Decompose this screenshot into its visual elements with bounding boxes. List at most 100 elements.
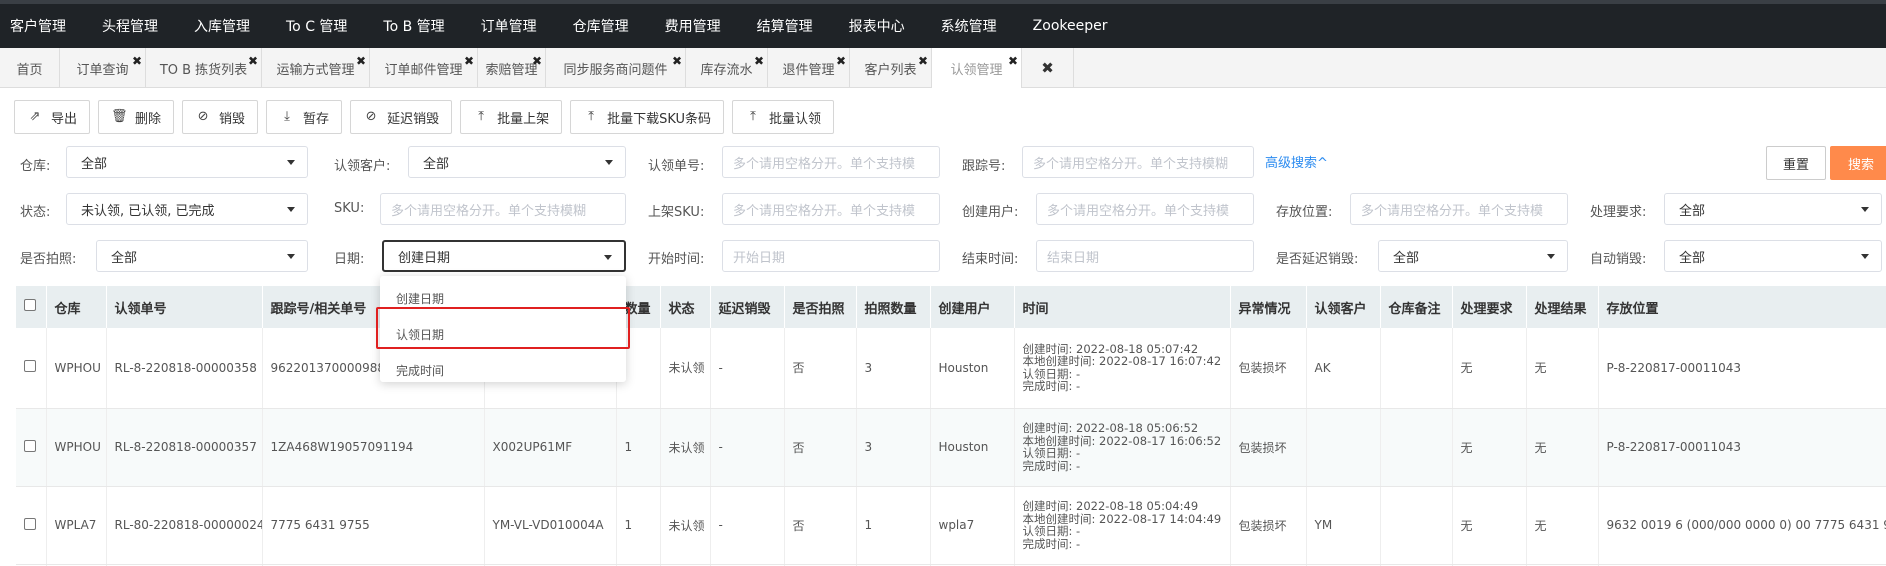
nav-inbound[interactable]: 入库管理	[184, 16, 250, 36]
cell-status: 未认领	[660, 328, 711, 409]
nav-warehouse[interactable]: 仓库管理	[563, 16, 629, 36]
close-icon[interactable]: ✖	[464, 55, 474, 67]
col-requirement[interactable]: 处理要求	[1452, 286, 1527, 328]
col-creator[interactable]: 创建用户	[930, 286, 1015, 328]
close-all-tabs-button[interactable]: ✖	[1022, 48, 1074, 88]
tab-order-email[interactable]: 订单邮件管理 ✖	[370, 48, 478, 88]
export-button[interactable]: ⇗ 导出	[14, 100, 91, 134]
tab-claims[interactable]: 索赔管理 ✖	[478, 48, 546, 88]
tab-order-query[interactable]: 订单查询 ✖	[60, 48, 146, 88]
col-customer[interactable]: 认领客户	[1306, 286, 1381, 328]
close-icon[interactable]: ✖	[132, 55, 142, 67]
start-date-input[interactable]: 开始日期	[722, 240, 940, 272]
tracking-no-input[interactable]: 多个请用空格分开。单个支持模糊	[1022, 146, 1254, 178]
location-input[interactable]: 多个请用空格分开。单个支持模	[1350, 193, 1568, 225]
destroy-button[interactable]: ⊘ 销毁	[182, 100, 259, 134]
nav-toc[interactable]: To C 管理	[276, 16, 347, 36]
photo-select[interactable]: 全部	[96, 240, 308, 272]
col-result[interactable]: 处理结果	[1526, 286, 1599, 328]
close-icon[interactable]: ✖	[532, 55, 542, 67]
table-row[interactable]: WPLA7 RL-80-220818-00000024 7775 6431 97…	[16, 486, 1886, 565]
col-location[interactable]: 存放位置	[1598, 286, 1886, 328]
warehouse-select[interactable]: 全部	[66, 146, 308, 178]
claim-no-input[interactable]: 多个请用空格分开。单个支持模	[722, 146, 940, 178]
cell-time: 创建时间: 2022-08-18 05:06:52 本地创建时间: 2022-0…	[1014, 408, 1231, 487]
reset-button[interactable]: 重置	[1766, 146, 1826, 180]
col-photo-qty[interactable]: 拍照数量	[856, 286, 931, 328]
creator-input[interactable]: 多个请用空格分开。单个支持模	[1036, 193, 1254, 225]
close-icon[interactable]: ✖	[754, 55, 764, 67]
tab-claim-management[interactable]: 认领管理 ✖	[932, 48, 1022, 88]
tab-home[interactable]: 首页	[0, 48, 60, 88]
trash-icon: 🗑	[111, 109, 128, 124]
delay-destroy-button[interactable]: ⊘ 延迟销毁	[350, 100, 453, 134]
table-header-row: 仓库 认领单号 跟踪号/相关单号 数量 状态 延迟销毁 是否拍照 拍照数量 创建…	[16, 286, 1886, 328]
table-row[interactable]: WPHOU RL-8-220818-00000357 1ZA468W190570…	[16, 408, 1886, 487]
nav-settlement[interactable]: 结算管理	[747, 16, 813, 36]
end-date-input[interactable]: 结束日期	[1036, 240, 1254, 272]
delete-button[interactable]: 🗑 删除	[98, 100, 175, 134]
tab-inventory-flow[interactable]: 库存流水 ✖	[686, 48, 768, 88]
close-icon[interactable]: ✖	[836, 55, 846, 67]
tab-shipping-method[interactable]: 运输方式管理 ✖	[262, 48, 370, 88]
cell-remark	[1380, 408, 1453, 487]
nav-customer[interactable]: 客户管理	[0, 16, 66, 36]
close-icon[interactable]: ✖	[918, 55, 928, 67]
select-all-checkbox[interactable]	[16, 286, 47, 328]
date-type-select[interactable]: 创建日期	[382, 240, 626, 272]
tab-customer-list[interactable]: 客户列表 ✖	[850, 48, 932, 88]
shelf-sku-input[interactable]: 多个请用空格分开。单个支持模	[722, 193, 940, 225]
close-icon[interactable]: ✖	[672, 55, 682, 67]
tab-sync-issues[interactable]: 同步服务商问题件 ✖	[546, 48, 686, 88]
nav-fee[interactable]: 费用管理	[655, 16, 721, 36]
claim-date: 认领日期: -	[1022, 524, 1081, 538]
nav-order[interactable]: 订单管理	[471, 16, 537, 36]
col-exception[interactable]: 异常情况	[1230, 286, 1307, 328]
sku-input[interactable]: 多个请用空格分开。单个支持模糊	[380, 193, 626, 225]
select-value: 创建日期	[398, 250, 451, 266]
cell-photo: 否	[784, 408, 857, 487]
col-status[interactable]: 状态	[660, 286, 711, 328]
batch-shelve-button[interactable]: ⤒ 批量上架	[460, 100, 563, 134]
nav-tob[interactable]: To B 管理	[373, 16, 444, 36]
close-icon[interactable]: ✖	[356, 55, 366, 67]
start-time-label: 开始时间:	[648, 252, 705, 267]
select-value: 全部	[1393, 250, 1420, 266]
nav-zookeeper[interactable]: Zookeeper	[1023, 18, 1108, 34]
nav-system[interactable]: 系统管理	[931, 16, 997, 36]
close-icon[interactable]: ✖	[248, 55, 258, 67]
close-icon[interactable]: ✖	[1008, 55, 1018, 67]
nav-report[interactable]: 报表中心	[839, 16, 905, 36]
row-checkbox[interactable]	[24, 517, 36, 530]
row-checkbox[interactable]	[24, 360, 36, 373]
table-row[interactable]: WPHOU RL-8-220818-00000358 9622013700009…	[16, 328, 1886, 409]
tab-returns[interactable]: 退件管理 ✖	[768, 48, 850, 88]
select-value: 全部	[1679, 250, 1706, 266]
col-delay-destroy[interactable]: 延迟销毁	[710, 286, 785, 328]
col-claim-no[interactable]: 认领单号	[106, 286, 263, 328]
batch-download-sku-button[interactable]: ⤒ 批量下载SKU条码	[570, 100, 725, 134]
option-finish-time[interactable]: 完成时间	[380, 352, 626, 388]
status-select[interactable]: 未认领, 已认领, 已完成	[66, 193, 308, 225]
search-button[interactable]: 搜索	[1830, 146, 1886, 180]
nav-first-leg[interactable]: 头程管理	[92, 16, 158, 36]
delay-destroy-label: 是否延迟销毁:	[1276, 252, 1359, 267]
stash-button[interactable]: ⤓ 暂存	[266, 100, 343, 134]
row-checkbox[interactable]	[24, 439, 36, 452]
tab-tob-picking[interactable]: TO B 拣货列表 ✖	[146, 48, 262, 88]
upload-icon: ⤒	[588, 109, 594, 124]
batch-claim-button[interactable]: ⤒ 批量认领	[732, 100, 835, 134]
caret-down-icon	[1861, 207, 1869, 212]
caret-down-icon	[287, 160, 295, 165]
col-time[interactable]: 时间	[1014, 286, 1231, 328]
auto-destroy-select[interactable]: 全部	[1664, 240, 1882, 272]
handling-req-select[interactable]: 全部	[1664, 193, 1882, 225]
cell-status: 未认领	[660, 486, 711, 565]
col-photo[interactable]: 是否拍照	[784, 286, 857, 328]
tab-bar: 首页 订单查询 ✖ TO B 拣货列表 ✖ 运输方式管理 ✖ 订单邮件管理 ✖ 索赔管理…	[0, 48, 1886, 88]
advanced-search-link[interactable]: 高级搜索^	[1265, 152, 1328, 171]
col-warehouse[interactable]: 仓库	[46, 286, 107, 328]
col-remark[interactable]: 仓库备注	[1380, 286, 1453, 328]
claim-customer-select[interactable]: 全部	[408, 146, 626, 178]
delay-destroy-select[interactable]: 全部	[1378, 240, 1568, 272]
